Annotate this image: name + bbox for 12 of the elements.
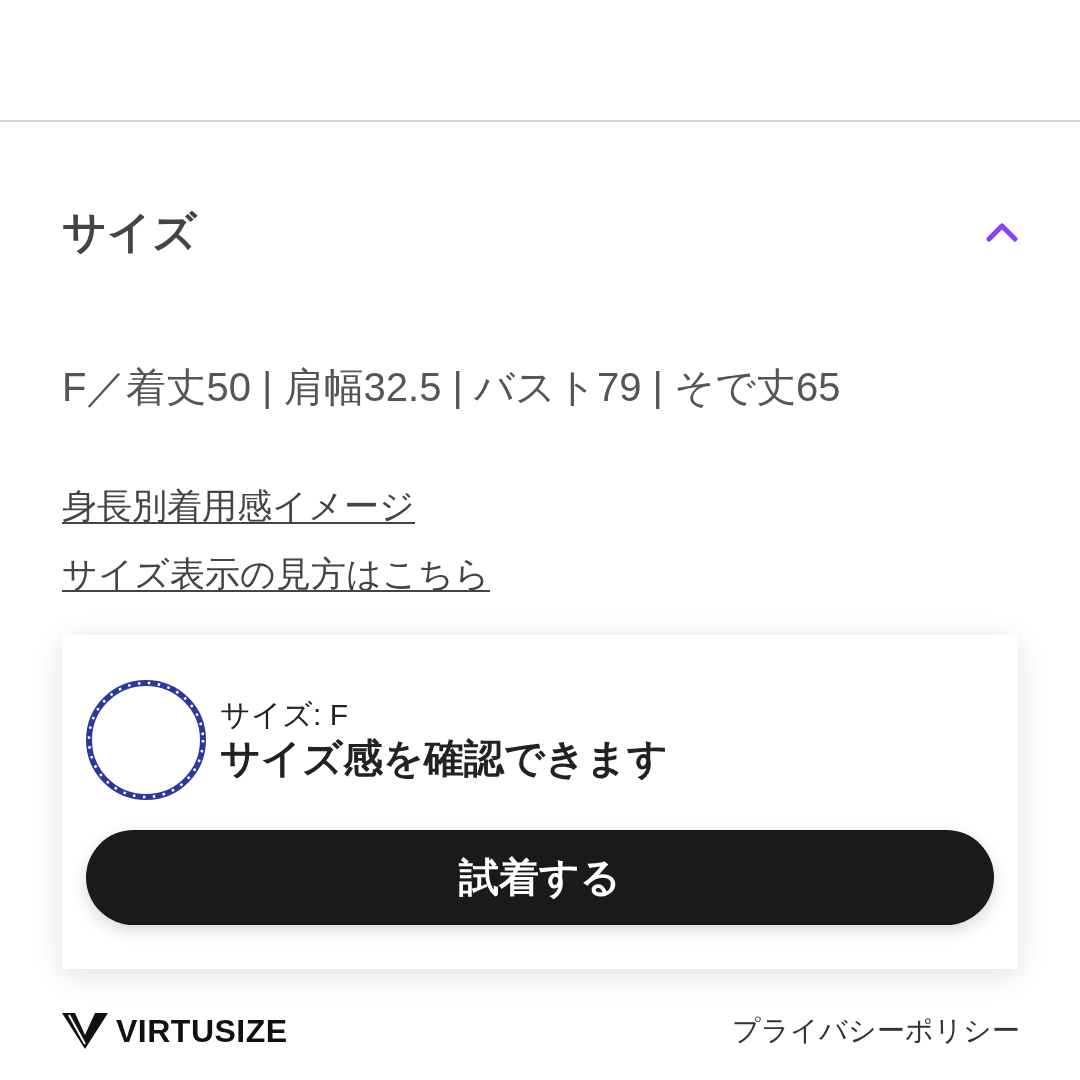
size-guide-link[interactable]: 身長別着用感イメージ <box>62 484 415 527</box>
privacy-policy-link[interactable]: プライバシーポリシー <box>732 1014 1020 1048</box>
chevron-up-icon[interactable] <box>986 222 1018 243</box>
brand-name: VIRTUSIZE <box>116 1014 288 1047</box>
size-guide-link[interactable]: サイズ表示の見方はこちら <box>62 552 490 595</box>
v-logo-icon <box>62 1012 108 1049</box>
try-on-button[interactable]: 試着する <box>86 829 994 925</box>
section-title: サイズ <box>62 206 197 258</box>
fit-message: サイズ感を確認できます <box>220 734 668 782</box>
dotted-ring-icon <box>86 679 206 800</box>
size-label: サイズ: F <box>220 696 349 733</box>
size-spec-text: F／着丈50 | 肩幅32.5 | バスト79 | そで丈65 <box>62 363 841 411</box>
